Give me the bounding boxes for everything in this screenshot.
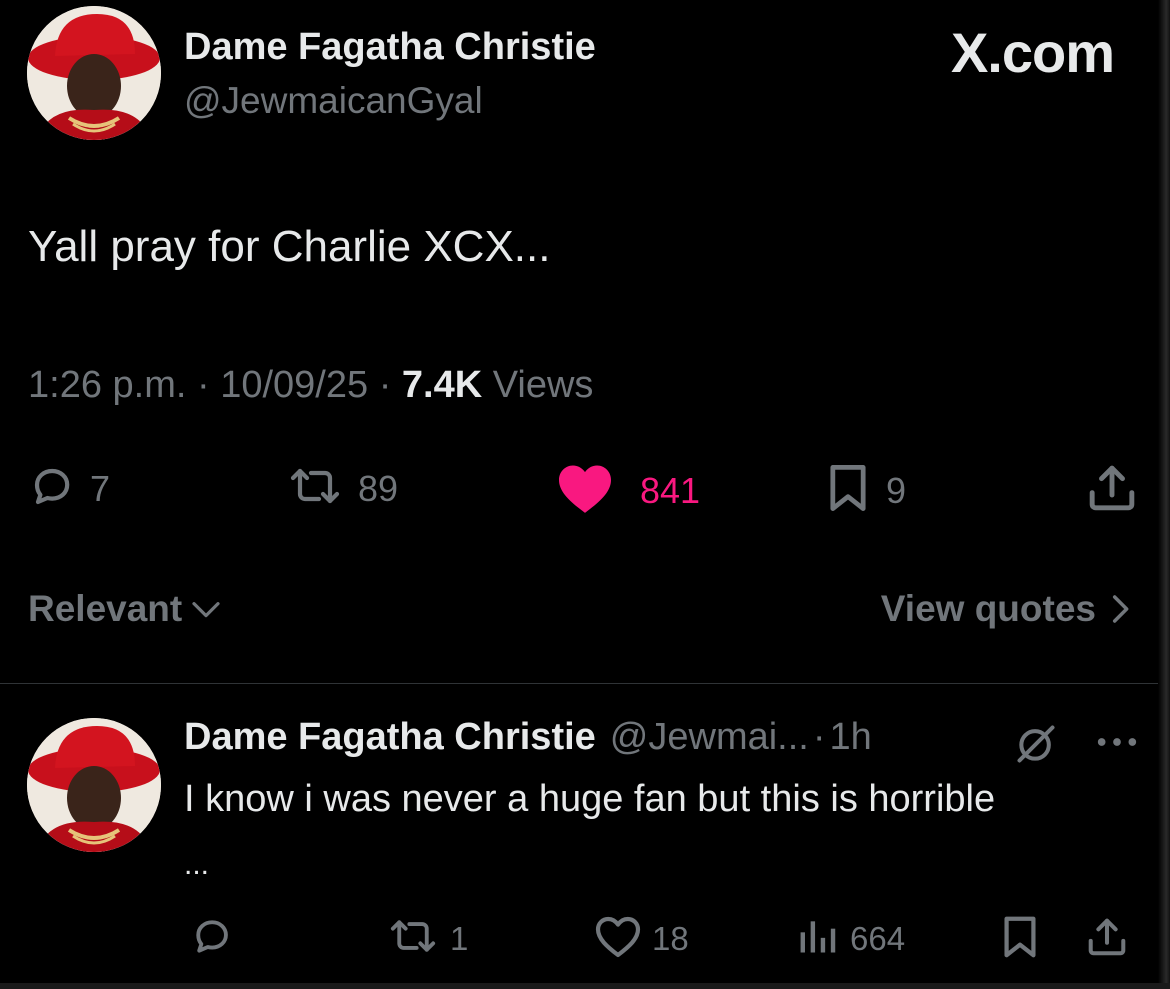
reply-header: Dame Fagatha Christie @Jewmai... · 1h <box>184 716 872 759</box>
reply-like-count: 18 <box>652 919 689 957</box>
chevron-down-icon <box>190 597 222 621</box>
tweet-time[interactable]: 1:26 p.m. <box>28 364 186 406</box>
reply-bookmark-button[interactable] <box>998 914 1042 965</box>
author-display-name[interactable]: Dame Fagatha Christie <box>184 26 596 69</box>
views-count: 7.4K <box>401 364 483 406</box>
share-button[interactable] <box>1084 460 1140 521</box>
reply-icon <box>28 462 76 515</box>
reply-button[interactable]: 7 <box>28 462 110 515</box>
reply-separator: · <box>812 716 826 758</box>
analytics-icon <box>796 914 840 963</box>
screenshot-bottom-edge <box>0 983 1170 989</box>
bookmark-count: 9 <box>886 469 907 511</box>
reply-show-more[interactable]: ... <box>184 848 209 882</box>
chevron-right-icon <box>1110 593 1130 625</box>
bookmark-icon <box>824 462 872 519</box>
grok-icon[interactable] <box>1014 722 1058 771</box>
tweet-date[interactable]: 10/09/25 <box>220 364 368 406</box>
more-options-icon[interactable] <box>1094 722 1140 767</box>
like-button[interactable]: 841 <box>556 462 700 519</box>
reply-text: I know i was never a huge fan but this i… <box>184 778 996 820</box>
meta-separator: · <box>196 364 210 406</box>
reply-author-avatar[interactable] <box>27 718 161 852</box>
reply-share-button[interactable] <box>1084 914 1130 965</box>
author-handle[interactable]: @JewmaicanGyal <box>184 80 483 122</box>
repost-count: 89 <box>358 467 399 509</box>
bookmark-button[interactable]: 9 <box>824 462 906 519</box>
reply-display-name[interactable]: Dame Fagatha Christie <box>184 716 596 759</box>
share-icon <box>1084 914 1130 965</box>
reply-repost-count: 1 <box>450 919 469 957</box>
heart-icon <box>594 914 642 963</box>
repost-icon <box>286 462 344 515</box>
heart-filled-icon <box>556 462 614 519</box>
screenshot-edge <box>1158 0 1170 989</box>
reply-reply-button[interactable] <box>190 914 244 963</box>
view-quotes-link[interactable]: View quotes <box>881 588 1130 630</box>
reply-icon <box>190 914 234 963</box>
divider <box>0 683 1158 684</box>
share-icon <box>1084 460 1140 521</box>
reply-views-count: 664 <box>850 919 906 957</box>
views-label: Views <box>492 364 594 406</box>
repost-button[interactable]: 89 <box>286 462 398 515</box>
brand-watermark: X.com <box>950 21 1115 84</box>
repost-icon <box>386 914 440 963</box>
bookmark-icon <box>998 914 1042 965</box>
author-avatar[interactable] <box>27 6 161 140</box>
reply-time[interactable]: 1h <box>830 716 872 759</box>
reply-like-button[interactable]: 18 <box>594 914 689 963</box>
reply-views-button[interactable]: 664 <box>796 914 905 963</box>
meta-separator: · <box>378 364 392 406</box>
sort-relevant-dropdown[interactable]: Relevant <box>28 588 222 630</box>
reply-handle[interactable]: @Jewmai... <box>610 716 809 759</box>
reply-count: 7 <box>90 467 111 509</box>
reply-repost-button[interactable]: 1 <box>386 914 468 963</box>
tweet-meta: 1:26 p.m. · 10/09/25 · 7.4K Views <box>28 364 593 407</box>
view-quotes-label: View quotes <box>880 588 1096 629</box>
tweet-text: Yall pray for Charlie XCX... <box>28 222 551 271</box>
sort-label: Relevant <box>28 588 183 629</box>
like-count: 841 <box>640 469 701 511</box>
